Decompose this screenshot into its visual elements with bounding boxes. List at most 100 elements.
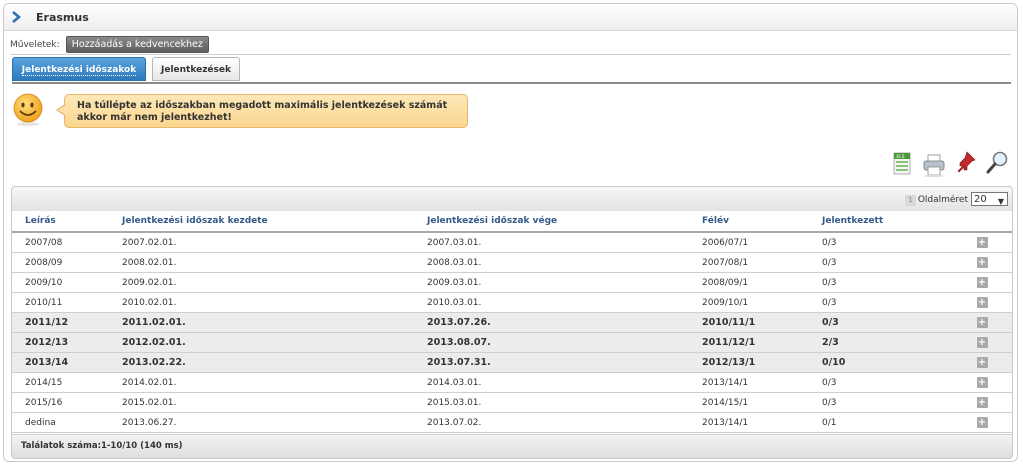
cell-start: 2011.02.01. — [122, 312, 427, 333]
cell-applied: 0/3 — [822, 372, 952, 393]
column-header-description[interactable]: Leírás — [12, 211, 122, 233]
cell-start: 2009.02.01. — [122, 272, 427, 293]
cell-start: 2010.02.01. — [122, 292, 427, 313]
cell-actions: + — [952, 332, 1012, 353]
plus-icon[interactable]: + — [976, 417, 988, 428]
cell-semester: 2014/15/1 — [702, 392, 822, 413]
cell-end: 2007.03.01. — [427, 232, 702, 253]
cell-description: 2009/10 — [12, 272, 122, 293]
tab-underline — [12, 82, 1011, 84]
tab-application-periods[interactable]: Jelentkezési időszakok — [12, 57, 146, 81]
cell-actions: + — [952, 312, 1012, 333]
cell-actions: + — [952, 232, 1012, 253]
tab-label: Jelentkezési időszakok — [21, 65, 137, 76]
operations-bar: Műveletek: Hozzáadás a kedvencekhez — [10, 36, 209, 53]
plus-icon[interactable]: + — [976, 337, 988, 348]
cell-start: 2013.06.27. — [122, 412, 427, 433]
search-icon[interactable] — [984, 149, 1010, 177]
cell-description: 2013/14 — [12, 352, 122, 373]
table-row[interactable]: 2011/12 2011.02.01. 2013.07.26. 2010/11/1 0/… — [12, 312, 1012, 333]
data-grid: 1 Oldalméret 20 ▼ Leírás Jelentkezési idő… — [11, 186, 1013, 459]
page-number-button[interactable]: 1 — [905, 195, 916, 206]
cell-applied: 0/3 — [822, 392, 952, 413]
column-header-start[interactable]: Jelentkezési időszak kezdete — [122, 211, 427, 233]
table-row[interactable]: 2012/13 2012.02.01. 2013.08.07. 2011/12/1 2/… — [12, 332, 1012, 353]
cell-end: 2013.07.02. — [427, 412, 702, 433]
info-message: Ha túllépte az időszakban megadott maxim… — [56, 94, 468, 128]
svg-text:XLS: XLS — [896, 154, 905, 160]
cell-start: 2008.02.01. — [122, 252, 427, 273]
plus-icon[interactable]: + — [976, 297, 988, 308]
page-size-label: Oldalméret — [917, 195, 968, 205]
page-size-select[interactable]: 20 ▼ — [971, 192, 1008, 206]
cell-semester: 2012/13/1 — [702, 352, 822, 373]
cell-start: 2007.02.01. — [122, 232, 427, 253]
cell-description: 2015/16 — [12, 392, 122, 413]
cell-actions: + — [952, 292, 1012, 313]
cell-start: 2014.02.01. — [122, 372, 427, 393]
plus-icon[interactable]: + — [976, 357, 988, 368]
cell-description: 2010/11 — [12, 292, 122, 313]
table-row[interactable]: 2008/09 2008.02.01. 2008.03.01. 2007/08/1 0/… — [12, 252, 1012, 273]
info-message-line: Ha túllépte az időszakban megadott maxim… — [77, 100, 448, 111]
periods-table: Leírás Jelentkezési időszak kezdete Jele… — [12, 211, 1012, 433]
cell-applied: 0/3 — [822, 292, 952, 313]
cell-applied: 0/10 — [822, 352, 952, 373]
cell-end: 2010.03.01. — [427, 292, 702, 313]
chevron-down-icon: ▼ — [997, 197, 1004, 206]
chevron-right-icon[interactable] — [10, 11, 22, 23]
table-row[interactable]: 2010/11 2010.02.01. 2010.03.01. 2009/10/1 0/… — [12, 292, 1012, 313]
cell-semester: 2006/07/1 — [702, 232, 822, 253]
cell-actions: + — [952, 372, 1012, 393]
cell-semester: 2011/12/1 — [702, 332, 822, 353]
column-header-semester[interactable]: Félév — [702, 211, 822, 233]
plus-icon[interactable]: + — [976, 377, 988, 388]
pin-icon[interactable] — [954, 149, 978, 177]
page-title: Erasmus — [36, 10, 89, 24]
plus-icon[interactable]: + — [976, 397, 988, 408]
cell-description: 2007/08 — [12, 232, 122, 253]
cell-applied: 2/3 — [822, 332, 952, 353]
cell-description: 2008/09 — [12, 252, 122, 273]
table-row[interactable]: dedina 2013.06.27. 2013.07.02. 2013/14/1 0/1… — [12, 412, 1012, 433]
results-count: Találatok száma:1-10/10 (140 ms) — [12, 434, 1012, 458]
cell-end: 2013.07.31. — [427, 352, 702, 373]
column-header-end[interactable]: Jelentkezési időszak vége — [427, 211, 702, 233]
plus-icon[interactable]: + — [976, 237, 988, 248]
cell-actions: + — [952, 352, 1012, 373]
table-row[interactable]: 2009/10 2009.02.01. 2009.03.01. 2008/09/1 0/… — [12, 272, 1012, 293]
cell-end: 2008.03.01. — [427, 252, 702, 273]
plus-icon[interactable]: + — [976, 277, 988, 288]
cell-end: 2013.08.07. — [427, 332, 702, 353]
cell-actions: + — [952, 272, 1012, 293]
divider — [10, 54, 1011, 55]
add-favorite-button[interactable]: Hozzáadás a kedvencekhez — [65, 36, 209, 53]
cell-semester: 2009/10/1 — [702, 292, 822, 313]
excel-export-icon[interactable]: XLS — [892, 149, 914, 177]
info-message-line: akkor már nem jelentkezhet! — [77, 112, 232, 123]
cell-semester: 2010/11/1 — [702, 312, 822, 333]
table-body: 2007/08 2007.02.01. 2007.03.01. 2006/07/1 0/… — [12, 232, 1012, 433]
cell-actions: + — [952, 252, 1012, 273]
table-row[interactable]: 2013/14 2013.02.22. 2013.07.31. 2012/13/1 0/… — [12, 352, 1012, 373]
tab-applications[interactable]: Jelentkezések — [152, 57, 240, 81]
table-row[interactable]: 2015/16 2015.02.01. 2015.03.01. 2014/15/1 0/… — [12, 392, 1012, 413]
table-row[interactable]: 2007/08 2007.02.01. 2007.03.01. 2006/07/1 0/… — [12, 232, 1012, 253]
cell-description: 2014/15 — [12, 372, 122, 393]
table-row[interactable]: 2014/15 2014.02.01. 2014.03.01. 2013/14/1 0/… — [12, 372, 1012, 393]
plus-icon[interactable]: + — [976, 257, 988, 268]
cell-applied: 0/3 — [822, 252, 952, 273]
print-icon[interactable] — [922, 149, 946, 178]
tab-bar: Jelentkezési időszakok Jelentkezések — [12, 57, 1015, 83]
cell-start: 2015.02.01. — [122, 392, 427, 413]
cell-semester: 2007/08/1 — [702, 252, 822, 273]
cell-actions: + — [952, 412, 1012, 433]
operations-label: Műveletek: — [10, 39, 60, 50]
column-header-applied[interactable]: Jelentkezett — [822, 211, 952, 233]
cell-end: 2014.03.01. — [427, 372, 702, 393]
cell-end: 2009.03.01. — [427, 272, 702, 293]
cell-end: 2013.07.26. — [427, 312, 702, 333]
cell-description: dedina — [12, 412, 122, 433]
plus-icon[interactable]: + — [976, 317, 988, 328]
cell-semester: 2013/14/1 — [702, 372, 822, 393]
